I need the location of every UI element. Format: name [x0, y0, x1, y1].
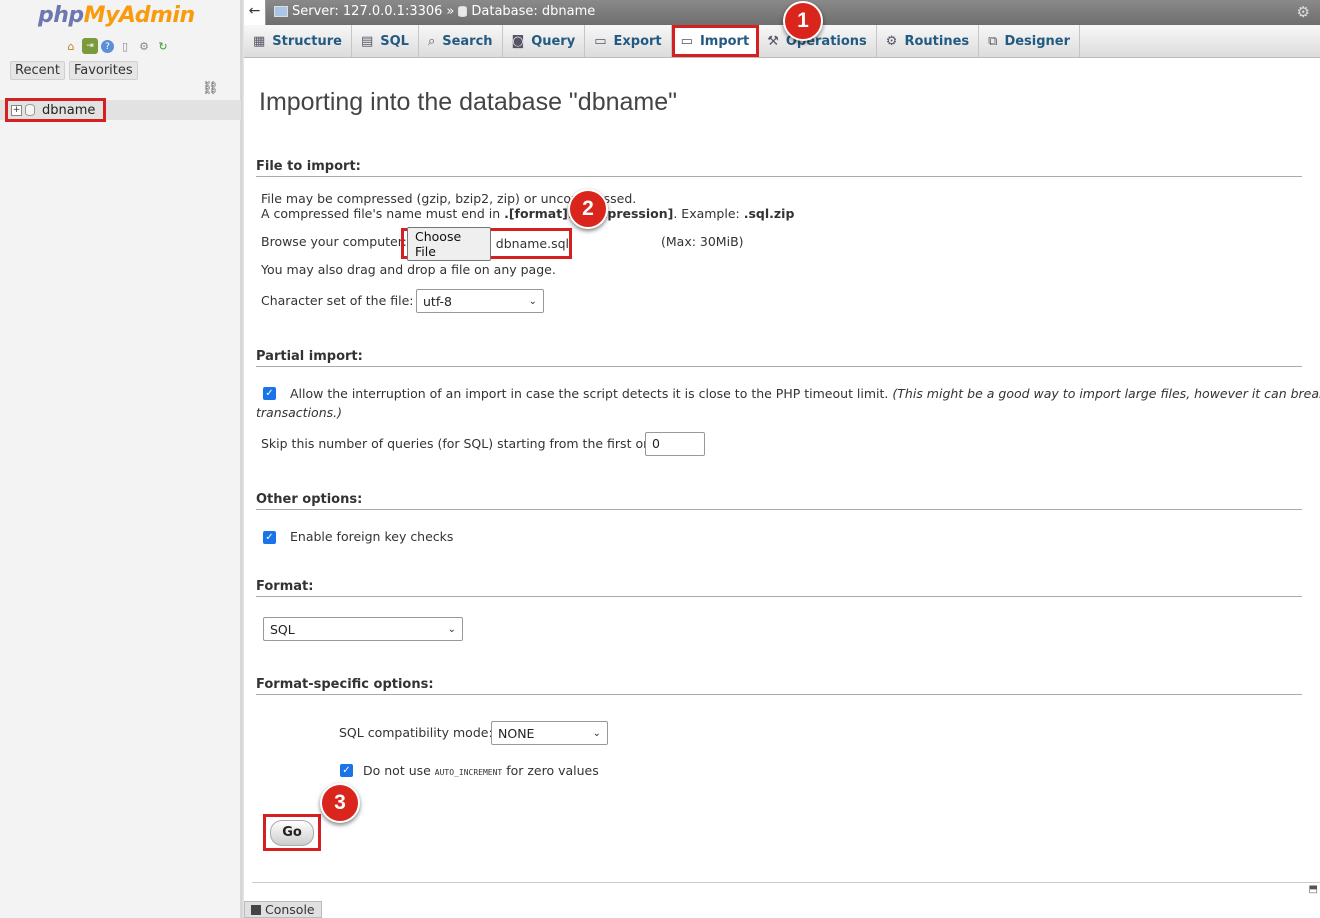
favorites-button[interactable]: Favorites	[68, 61, 138, 80]
recent-favorites: Recent Favorites	[10, 61, 138, 80]
breadcrumb-separator: »	[446, 4, 455, 19]
format-select[interactable]: SQL ⌄	[263, 617, 463, 641]
operations-icon: ⚒	[767, 33, 779, 49]
db-tree-item-dbname[interactable]: + dbname	[5, 98, 106, 122]
console-toggle[interactable]: Console	[244, 901, 322, 918]
server-breadcrumb-bar: ← Server: 127.0.0.1:3306 » Database: dbn…	[244, 0, 1320, 25]
database-icon	[458, 6, 468, 17]
auto-increment-label: Do not use AUTO_INCREMENT for zero value…	[363, 763, 599, 778]
partial-import-heading: Partial import:	[256, 349, 1302, 367]
quick-icons: ⌂ ⇥ ? ▯ ⚙ ↻	[63, 38, 171, 54]
compression-info-line2: A compressed file's name must end in .[f…	[261, 206, 795, 221]
choose-file-button[interactable]: Choose File	[407, 226, 491, 261]
allow-interrupt-checkbox[interactable]: ✓	[263, 387, 276, 400]
phpmyadmin-logo[interactable]: phpMyAdmin	[38, 3, 195, 28]
home-icon[interactable]: ⌂	[63, 38, 79, 54]
tab-search[interactable]: ⌕ Search	[419, 25, 503, 57]
routines-icon: ⚙	[885, 33, 898, 49]
foreign-key-label: Enable foreign key checks	[290, 529, 454, 544]
max-upload-size: (Max: 30MiB)	[661, 234, 744, 249]
tab-designer[interactable]: ⧉ Designer	[979, 25, 1081, 57]
browse-label: Browse your computer:	[261, 234, 407, 249]
tab-import[interactable]: ▭ Import	[671, 25, 760, 57]
database-icon	[25, 104, 35, 116]
foreign-key-checkbox[interactable]: ✓	[263, 531, 276, 544]
chevron-down-icon: ⌄	[528, 295, 537, 307]
auto-increment-checkbox[interactable]: ✓	[340, 764, 353, 777]
go-button-highlight: Go	[263, 814, 321, 851]
settings-icon[interactable]: ⚙	[136, 38, 152, 54]
export-icon: ▭	[594, 33, 607, 49]
query-icon: ◙	[511, 33, 525, 49]
tab-export[interactable]: ▭ Export	[585, 25, 672, 57]
tab-sql[interactable]: ▤ SQL	[352, 25, 419, 57]
help-icon[interactable]: ?	[101, 40, 114, 53]
breadcrumb: Server: 127.0.0.1:3306 » Database: dbnam…	[274, 4, 595, 19]
search-icon: ⌕	[427, 33, 436, 49]
structure-icon: ▦	[253, 33, 266, 49]
collapse-nav-button[interactable]: ←	[244, 0, 266, 25]
exit-icon[interactable]: ⇥	[82, 38, 98, 54]
drag-drop-hint: You may also drag and drop a file on any…	[261, 262, 556, 277]
step-marker-3: 3	[320, 783, 360, 823]
expand-icon[interactable]: +	[11, 104, 22, 116]
bottom-divider	[252, 882, 1320, 883]
step-marker-2: 2	[568, 189, 608, 229]
file-import-heading: File to import:	[256, 159, 1302, 177]
breadcrumb-database[interactable]: Database: dbname	[471, 4, 595, 19]
link-icon[interactable]: ⛓	[202, 81, 219, 96]
database-tabs: ▦ Structure ▤ SQL ⌕ Search ◙ Query ▭ Export ▭…	[244, 25, 1320, 58]
tab-routines[interactable]: ⚙ Routines	[877, 25, 980, 57]
charset-label: Character set of the file:	[261, 293, 414, 308]
breadcrumb-server[interactable]: Server: 127.0.0.1:3306	[292, 4, 442, 19]
compat-mode-select[interactable]: NONE ⌄	[491, 721, 608, 745]
import-icon: ▭	[680, 33, 693, 49]
main-content: Importing into the database "dbname" Fil…	[244, 58, 1320, 918]
compat-mode-label: SQL compatibility mode:	[339, 725, 493, 740]
allow-interrupt-note-cont: transactions.)	[256, 405, 342, 420]
tab-structure[interactable]: ▦ Structure	[244, 25, 352, 57]
designer-icon: ⧉	[988, 33, 998, 49]
db-tree-label[interactable]: dbname	[42, 103, 95, 118]
chevron-down-icon: ⌄	[592, 727, 601, 739]
skip-queries-label: Skip this number of queries (for SQL) st…	[261, 436, 663, 451]
selected-file-name: dbname.sql	[495, 236, 569, 251]
navigation-panel: phpMyAdmin ⌂ ⇥ ? ▯ ⚙ ↻ Recent Favorites …	[0, 0, 241, 918]
skip-queries-input[interactable]: 0	[645, 432, 705, 456]
chevron-down-icon: ⌄	[447, 623, 456, 635]
other-options-heading: Other options:	[256, 492, 1302, 510]
sql-icon: ▤	[360, 33, 374, 49]
format-specific-heading: Format-specific options:	[256, 677, 1302, 695]
console-icon	[251, 904, 261, 915]
go-button[interactable]: Go	[270, 819, 314, 846]
recent-button[interactable]: Recent	[10, 61, 65, 80]
docs-icon[interactable]: ▯	[117, 38, 133, 54]
server-icon	[274, 6, 288, 17]
allow-interrupt-label: Allow the interruption of an import in c…	[290, 386, 1320, 401]
format-heading: Format:	[256, 579, 1302, 597]
step-marker-1: 1	[783, 1, 823, 41]
tab-query[interactable]: ◙ Query	[503, 25, 586, 57]
page-title: Importing into the database "dbname"	[259, 88, 678, 116]
charset-select[interactable]: utf-8 ⌄	[416, 289, 544, 313]
file-chooser: Choose File dbname.sql	[401, 226, 572, 261]
settings-gear-icon[interactable]: ⚙	[1297, 3, 1310, 21]
corner-icon[interactable]: ⬒	[1309, 884, 1318, 895]
reload-icon[interactable]: ↻	[155, 38, 171, 54]
